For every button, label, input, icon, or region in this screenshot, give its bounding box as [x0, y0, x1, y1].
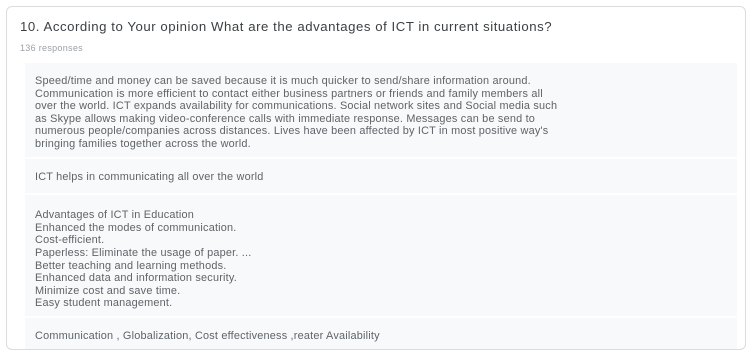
response-line: Easy student management. — [35, 297, 173, 310]
response-line: Communication is more efficient to conta… — [35, 87, 543, 100]
response-item: ICT helps in communicating all over the … — [25, 158, 737, 194]
response-line: Cost-efficient. — [35, 234, 105, 247]
response-line: as Skype allows making video-conference … — [35, 112, 536, 125]
response-line: Speed/time and money can be saved becaus… — [35, 75, 531, 87]
response-item: Advantages of ICT in Education Enhanced … — [25, 195, 737, 316]
response-item: Communication , Globalization, Cost effe… — [25, 317, 737, 349]
response-line: Communication , Globalization, Cost effe… — [35, 329, 380, 342]
response-line: Minimize cost and save time. — [35, 284, 181, 297]
response-line: over the world. ICT expands availability… — [35, 100, 558, 113]
response-line: ICT helps in communicating all over the … — [35, 170, 264, 183]
question-card: 10. According to Your opinion What are t… — [6, 6, 746, 350]
response-line: numerous people/companies across distanc… — [35, 125, 549, 138]
response-item: Speed/time and money can be saved becaus… — [25, 63, 737, 157]
responses-list[interactable]: Speed/time and money can be saved becaus… — [25, 63, 737, 349]
response-line: Advantages of ICT in Education — [35, 209, 194, 222]
response-line: Enhanced data and information security. — [35, 272, 237, 285]
response-line: Better teaching and learning methods. — [35, 259, 227, 272]
response-line: Enhanced the modes of communication. — [35, 221, 237, 234]
question-title: 10. According to Your opinion What are t… — [20, 19, 553, 34]
response-line: Paperless: Eliminate the usage of paper.… — [35, 246, 252, 259]
response-count: 136 responses — [20, 43, 83, 53]
response-line: bringing families together across the wo… — [35, 137, 251, 150]
